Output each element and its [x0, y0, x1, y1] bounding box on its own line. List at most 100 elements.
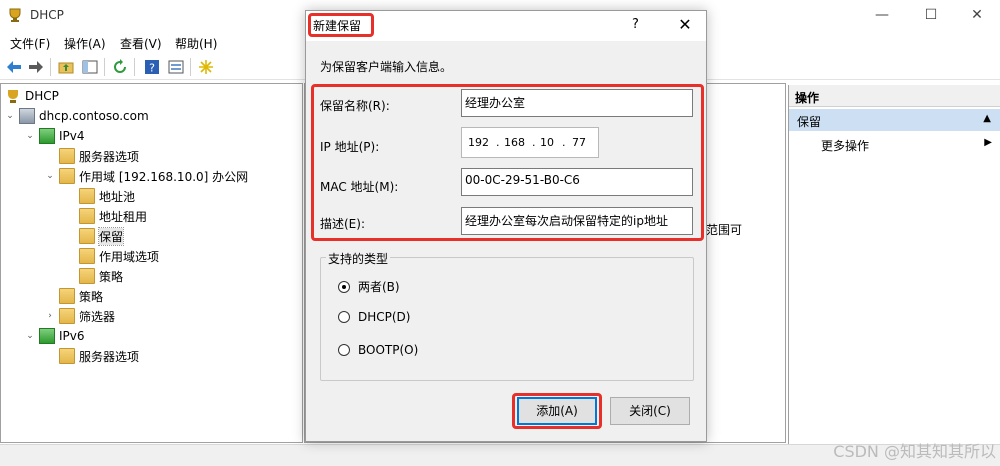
dialog-intro: 为保留客户端输入信息。 — [320, 60, 453, 74]
add-button-highlight-box — [512, 393, 602, 429]
radio-unselected-icon[interactable] — [338, 311, 350, 323]
tree-item-scope-policies[interactable]: 策略 — [79, 266, 123, 286]
ip-dot: . — [532, 136, 536, 149]
tree-item-ipv6[interactable]: ⌄ IPv6 — [25, 326, 85, 346]
mac-address-input[interactable]: 00-0C-29-51-B0-C6 — [461, 168, 693, 196]
close-button[interactable]: ✕ — [954, 4, 1000, 28]
supported-types-label: 支持的类型 — [326, 250, 391, 267]
ip-octet-4[interactable]: 77 — [572, 136, 586, 149]
description-label: 描述(E): — [320, 217, 365, 231]
options-icon — [59, 348, 75, 364]
refresh-icon[interactable] — [110, 57, 130, 77]
collapse-icon[interactable]: ⌄ — [25, 331, 35, 341]
forward-icon[interactable] — [26, 57, 46, 77]
watermark: CSDN @知其知其所以 — [833, 442, 996, 461]
dhcp-icon — [5, 88, 21, 104]
radio-dhcp[interactable]: DHCP(D) — [338, 310, 410, 324]
ip-octet-3[interactable]: 10 — [540, 136, 554, 149]
policy-icon — [79, 268, 95, 284]
tree-item-policies[interactable]: 策略 — [59, 286, 103, 306]
folder-up-icon[interactable] — [56, 57, 76, 77]
ip-dot: . — [496, 136, 500, 149]
star-icon[interactable] — [196, 57, 216, 77]
ip-address-label: IP 地址(P): — [320, 140, 380, 154]
tree-item-server-options[interactable]: 服务器选项 — [59, 146, 139, 166]
menu-file[interactable]: 文件(F) — [10, 35, 50, 52]
content-text-fragment: 范围可 — [706, 223, 743, 237]
submenu-arrow-icon: ▶ — [984, 137, 992, 148]
collapse-icon[interactable]: ⌄ — [45, 171, 55, 181]
toolbar-separator — [50, 58, 51, 76]
tree-label: DHCP — [25, 89, 59, 103]
tree-label: 作用域选项 — [99, 249, 160, 264]
menu-action[interactable]: 操作(A) — [64, 35, 106, 52]
radio-label: 两者(B) — [358, 280, 400, 294]
description-input[interactable]: 经理办公室每次启动保留特定的ip地址 — [461, 207, 693, 235]
menu-help[interactable]: 帮助(H) — [175, 35, 217, 52]
reservation-name-label: 保留名称(R): — [320, 99, 390, 113]
radio-both[interactable]: 两者(B) — [338, 278, 400, 295]
toolbar-separator — [134, 58, 135, 76]
tree-item-ipv4[interactable]: ⌄ IPv4 — [25, 126, 85, 146]
radio-label: BOOTP(O) — [358, 343, 419, 357]
radio-selected-icon[interactable] — [338, 280, 350, 293]
menu-view[interactable]: 查看(V) — [120, 35, 162, 52]
dialog-close-button[interactable]: ✕ — [668, 13, 702, 37]
tree-pane: DHCP ⌄ dhcp.contoso.com ⌄ IPv4 服务器选项 ⌄ 作… — [0, 83, 303, 443]
pool-icon — [79, 188, 95, 204]
tree-label: 服务器选项 — [79, 149, 140, 164]
collapse-icon[interactable]: ⌄ — [5, 111, 15, 121]
tree-item-address-leases[interactable]: 地址租用 — [79, 206, 147, 226]
reservation-icon — [79, 228, 95, 244]
actions-section-label: 保留 — [797, 115, 822, 129]
radio-bootp[interactable]: BOOTP(O) — [338, 343, 418, 357]
tree-item-scope-options[interactable]: 作用域选项 — [79, 246, 159, 266]
tree-label: 保留 — [97, 226, 125, 246]
folder-icon — [59, 168, 75, 184]
more-actions-link[interactable]: 更多操作 — [821, 137, 869, 154]
tree-label: 地址租用 — [99, 209, 148, 224]
tree-item-reservations[interactable]: 保留 — [79, 226, 125, 246]
tree-item-ipv6-server-options[interactable]: 服务器选项 — [59, 346, 139, 366]
svg-text:?: ? — [149, 62, 155, 75]
tree-label: dhcp.contoso.com — [39, 109, 149, 123]
help-icon[interactable]: ? — [142, 57, 162, 77]
filter-icon — [59, 308, 75, 324]
lease-icon — [79, 208, 95, 224]
toolbar-separator — [104, 58, 105, 76]
help-button[interactable]: ? — [632, 17, 639, 32]
radio-label: DHCP(D) — [358, 310, 411, 324]
tree-label: 筛选器 — [79, 309, 116, 324]
options-icon — [59, 148, 75, 164]
minimize-button[interactable]: — — [859, 4, 905, 28]
tree-label: IPv4 — [59, 129, 85, 143]
properties-icon[interactable] — [166, 57, 186, 77]
tree-label: 策略 — [79, 289, 104, 304]
tree-item-dhcp[interactable]: DHCP — [5, 86, 59, 106]
reservation-name-input[interactable]: 经理办公室 — [461, 89, 693, 117]
tree-item-filters[interactable]: › 筛选器 — [45, 306, 115, 326]
actions-section-reservations[interactable]: 保留 ▲ — [789, 109, 1000, 131]
back-icon[interactable] — [4, 57, 24, 77]
mac-address-label: MAC 地址(M): — [320, 180, 399, 194]
tree-label: 策略 — [99, 269, 124, 284]
tree-item-server[interactable]: ⌄ dhcp.contoso.com — [5, 106, 149, 126]
tree-item-scope[interactable]: ⌄ 作用域 [192.168.10.0] 办公网 — [45, 166, 248, 186]
collapse-icon[interactable]: ⌄ — [25, 131, 35, 141]
maximize-button[interactable]: ☐ — [908, 4, 954, 28]
dialog-close-action-button[interactable]: 关闭(C) — [610, 397, 690, 425]
tree-label: 作用域 [192.168.10.0] 办公网 — [79, 169, 249, 184]
toolbar-separator — [190, 58, 191, 76]
show-tree-icon[interactable] — [80, 57, 100, 77]
radio-unselected-icon[interactable] — [338, 344, 350, 356]
expand-icon[interactable]: › — [45, 311, 55, 321]
tree-label: IPv6 — [59, 329, 85, 343]
tree-item-address-pool[interactable]: 地址池 — [79, 186, 135, 206]
tree-label: 服务器选项 — [79, 349, 140, 364]
collapse-triangle-icon[interactable]: ▲ — [983, 113, 991, 124]
ip-address-input[interactable]: 192 . 168 . 10 . 77 — [461, 127, 599, 158]
ip-octet-2[interactable]: 168 — [504, 136, 525, 149]
ipv4-icon — [39, 128, 55, 144]
title-highlight-box — [308, 13, 374, 37]
ip-octet-1[interactable]: 192 — [468, 136, 489, 149]
